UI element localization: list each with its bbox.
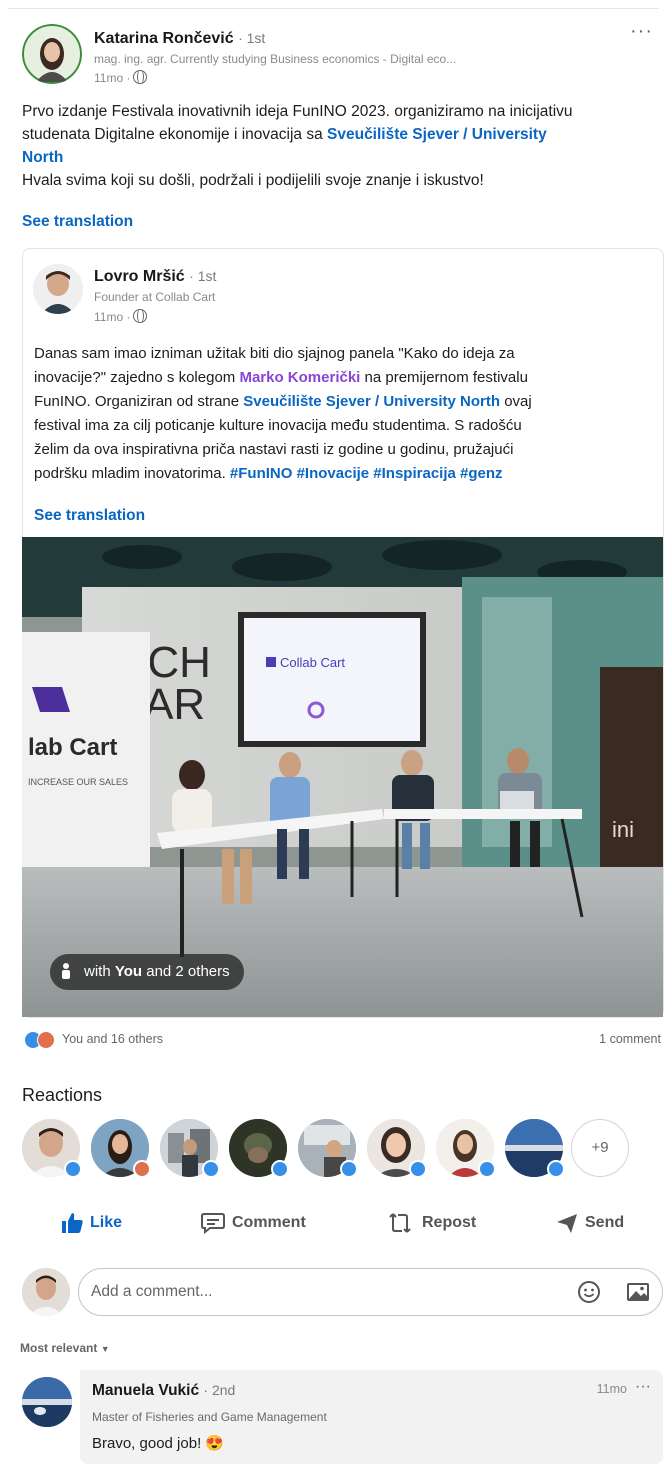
shared-text-line: FunINO. Organiziran od strane Sveučilišt…	[34, 390, 654, 414]
post-photo[interactable]: ECH PAR Collab Cart lab Cart INCREASE OU…	[22, 537, 663, 1017]
shared-text-segment: FunINO. Organiziran od strane	[34, 393, 244, 410]
love-badge-icon	[133, 1160, 151, 1178]
shared-post-text: Danas sam imao izniman užitak biti dio s…	[34, 342, 654, 486]
post-text: Prvo izdanje Festivala inovativnih ideja…	[22, 100, 652, 192]
post-time: 11mo ·	[94, 70, 148, 85]
post-text-line: Hvala svima koji su došli, podržali i po…	[22, 172, 484, 189]
org-link[interactable]: Sveučilište Sjever / University	[327, 126, 547, 143]
repost-icon	[389, 1213, 411, 1233]
like-badge-icon	[202, 1160, 220, 1178]
banner-right-text: ini	[612, 817, 634, 842]
shared-post-time: 11mo ·	[94, 309, 148, 324]
comment-time: 11mo	[596, 1382, 627, 1396]
like-badge-icon	[64, 1160, 82, 1178]
comments-count[interactable]: 1 comment	[599, 1032, 661, 1046]
author-name[interactable]: Katarina Rončević · 1st	[94, 30, 265, 48]
shared-text-line: Danas sam imao izniman užitak biti dio s…	[34, 345, 515, 362]
comment-input[interactable]	[91, 1279, 551, 1305]
screen-logo-text: Collab Cart	[280, 655, 345, 670]
comment-input-box[interactable]	[78, 1268, 663, 1316]
globe-icon	[133, 309, 148, 323]
top-divider	[8, 8, 659, 9]
shared-author-headline: Founder at Collab Cart	[94, 290, 216, 304]
author-avatar[interactable]	[22, 24, 82, 84]
comment-icon	[201, 1213, 225, 1235]
like-badge-icon	[340, 1160, 358, 1178]
tag-rest-text: and 2 others	[142, 963, 230, 980]
tag-you-text: You	[114, 963, 143, 980]
sort-label: Most relevant	[20, 1341, 98, 1355]
love-reaction-icon	[37, 1031, 55, 1049]
hashtags-link[interactable]: #FunINO #Inovacije #Inspiracija #genz	[230, 465, 503, 482]
repost-label: Repost	[422, 1214, 477, 1231]
post-more-icon[interactable]: ···	[630, 21, 653, 41]
shared-author-avatar[interactable]	[33, 264, 83, 314]
author-name-text[interactable]: Katarina Rončević	[94, 30, 234, 47]
reactions-heading: Reactions	[22, 1085, 103, 1105]
like-icon	[62, 1213, 83, 1233]
org-link-cont[interactable]: North	[22, 149, 63, 166]
send-button[interactable]: Send	[555, 1205, 635, 1241]
post-text-line: Prvo izdanje Festivala inovativnih ideja…	[22, 103, 573, 120]
shared-text-segment: podršku mladim inovatorima.	[34, 465, 230, 482]
post-text-line: studenata Digitalne ekonomije i inovacij…	[22, 123, 652, 146]
like-badge-icon	[478, 1160, 496, 1178]
comment-label: Comment	[232, 1214, 306, 1231]
like-label: Like	[90, 1214, 123, 1231]
author-headline: mag. ing. agr. Currently studying Busine…	[94, 52, 457, 66]
commenter-avatar[interactable]	[22, 1377, 72, 1427]
shared-connection-degree: · 1st	[189, 268, 217, 284]
banner-left-subtext: INCREASE OUR SALES	[28, 777, 128, 787]
shared-text-segment: inovacije?" zajedno s kolegom	[34, 369, 240, 386]
like-badge-icon	[409, 1160, 427, 1178]
post-text-segment: studenata Digitalne ekonomije i inovacij…	[22, 126, 328, 143]
post-time-text: 11mo ·	[94, 71, 131, 85]
commenter-degree: · 2nd	[203, 1382, 236, 1398]
shared-text-line: inovacije?" zajedno s kolegom Marko Kome…	[34, 366, 654, 390]
shared-text-line: festival ima za cilj poticanje kulture i…	[34, 417, 522, 434]
shared-text-line: podršku mladim inovatorima. #FunINO #Ino…	[34, 462, 654, 486]
mention-link[interactable]: Marko Komerički	[239, 369, 360, 386]
send-label: Send	[585, 1214, 625, 1231]
caret-down-icon: ▼	[100, 1344, 110, 1354]
shared-see-translation-button[interactable]: See translation	[34, 507, 145, 525]
post-text-line: North	[22, 146, 652, 169]
shared-text-segment: ovaj	[500, 393, 532, 410]
commenter-name-text[interactable]: Manuela Vukić	[92, 1382, 199, 1399]
like-button[interactable]: Like	[60, 1205, 140, 1241]
globe-icon	[133, 70, 148, 84]
emoji-icon[interactable]	[577, 1280, 601, 1304]
commenter-name[interactable]: Manuela Vukić · 2nd	[92, 1382, 235, 1400]
shared-post-time-text: 11mo ·	[94, 310, 131, 324]
person-icon	[62, 963, 70, 979]
like-badge-icon	[547, 1160, 565, 1178]
shared-text-line: želim da ova inspirativna priča nastavi …	[34, 441, 514, 458]
my-avatar[interactable]	[22, 1268, 70, 1316]
connection-degree: · 1st	[238, 30, 266, 46]
tag-with-text: with	[84, 963, 115, 980]
banner-left-text: lab Cart	[28, 734, 117, 761]
comment-card: Manuela Vukić · 2nd Master of Fisheries …	[80, 1370, 663, 1464]
conference-scene: ECH PAR Collab Cart lab Cart INCREASE OU…	[22, 537, 663, 1017]
reactions-summary[interactable]: You and 16 others	[62, 1032, 163, 1046]
commenter-headline: Master of Fisheries and Game Management	[92, 1410, 327, 1424]
send-icon	[557, 1214, 577, 1233]
image-icon[interactable]	[625, 1280, 651, 1304]
comment-more-icon[interactable]: ···	[635, 1378, 651, 1396]
shared-author-name-text[interactable]: Lovro Mršić	[94, 268, 185, 285]
more-reactors-button[interactable]: +9	[571, 1119, 629, 1177]
shared-text-segment: na premijernom festivalu	[360, 369, 528, 386]
comment-text: Bravo, good job! 😍	[92, 1435, 225, 1452]
see-translation-button[interactable]: See translation	[22, 213, 133, 231]
tagged-people-button[interactable]: with You and 2 others	[50, 954, 244, 990]
like-badge-icon	[271, 1160, 289, 1178]
repost-button[interactable]: Repost	[388, 1205, 488, 1241]
org-link[interactable]: Sveučilište Sjever / University North	[243, 393, 500, 410]
comment-button[interactable]: Comment	[200, 1205, 320, 1241]
sort-dropdown[interactable]: Most relevant ▼	[20, 1341, 110, 1355]
shared-author-name[interactable]: Lovro Mršić · 1st	[94, 268, 216, 286]
